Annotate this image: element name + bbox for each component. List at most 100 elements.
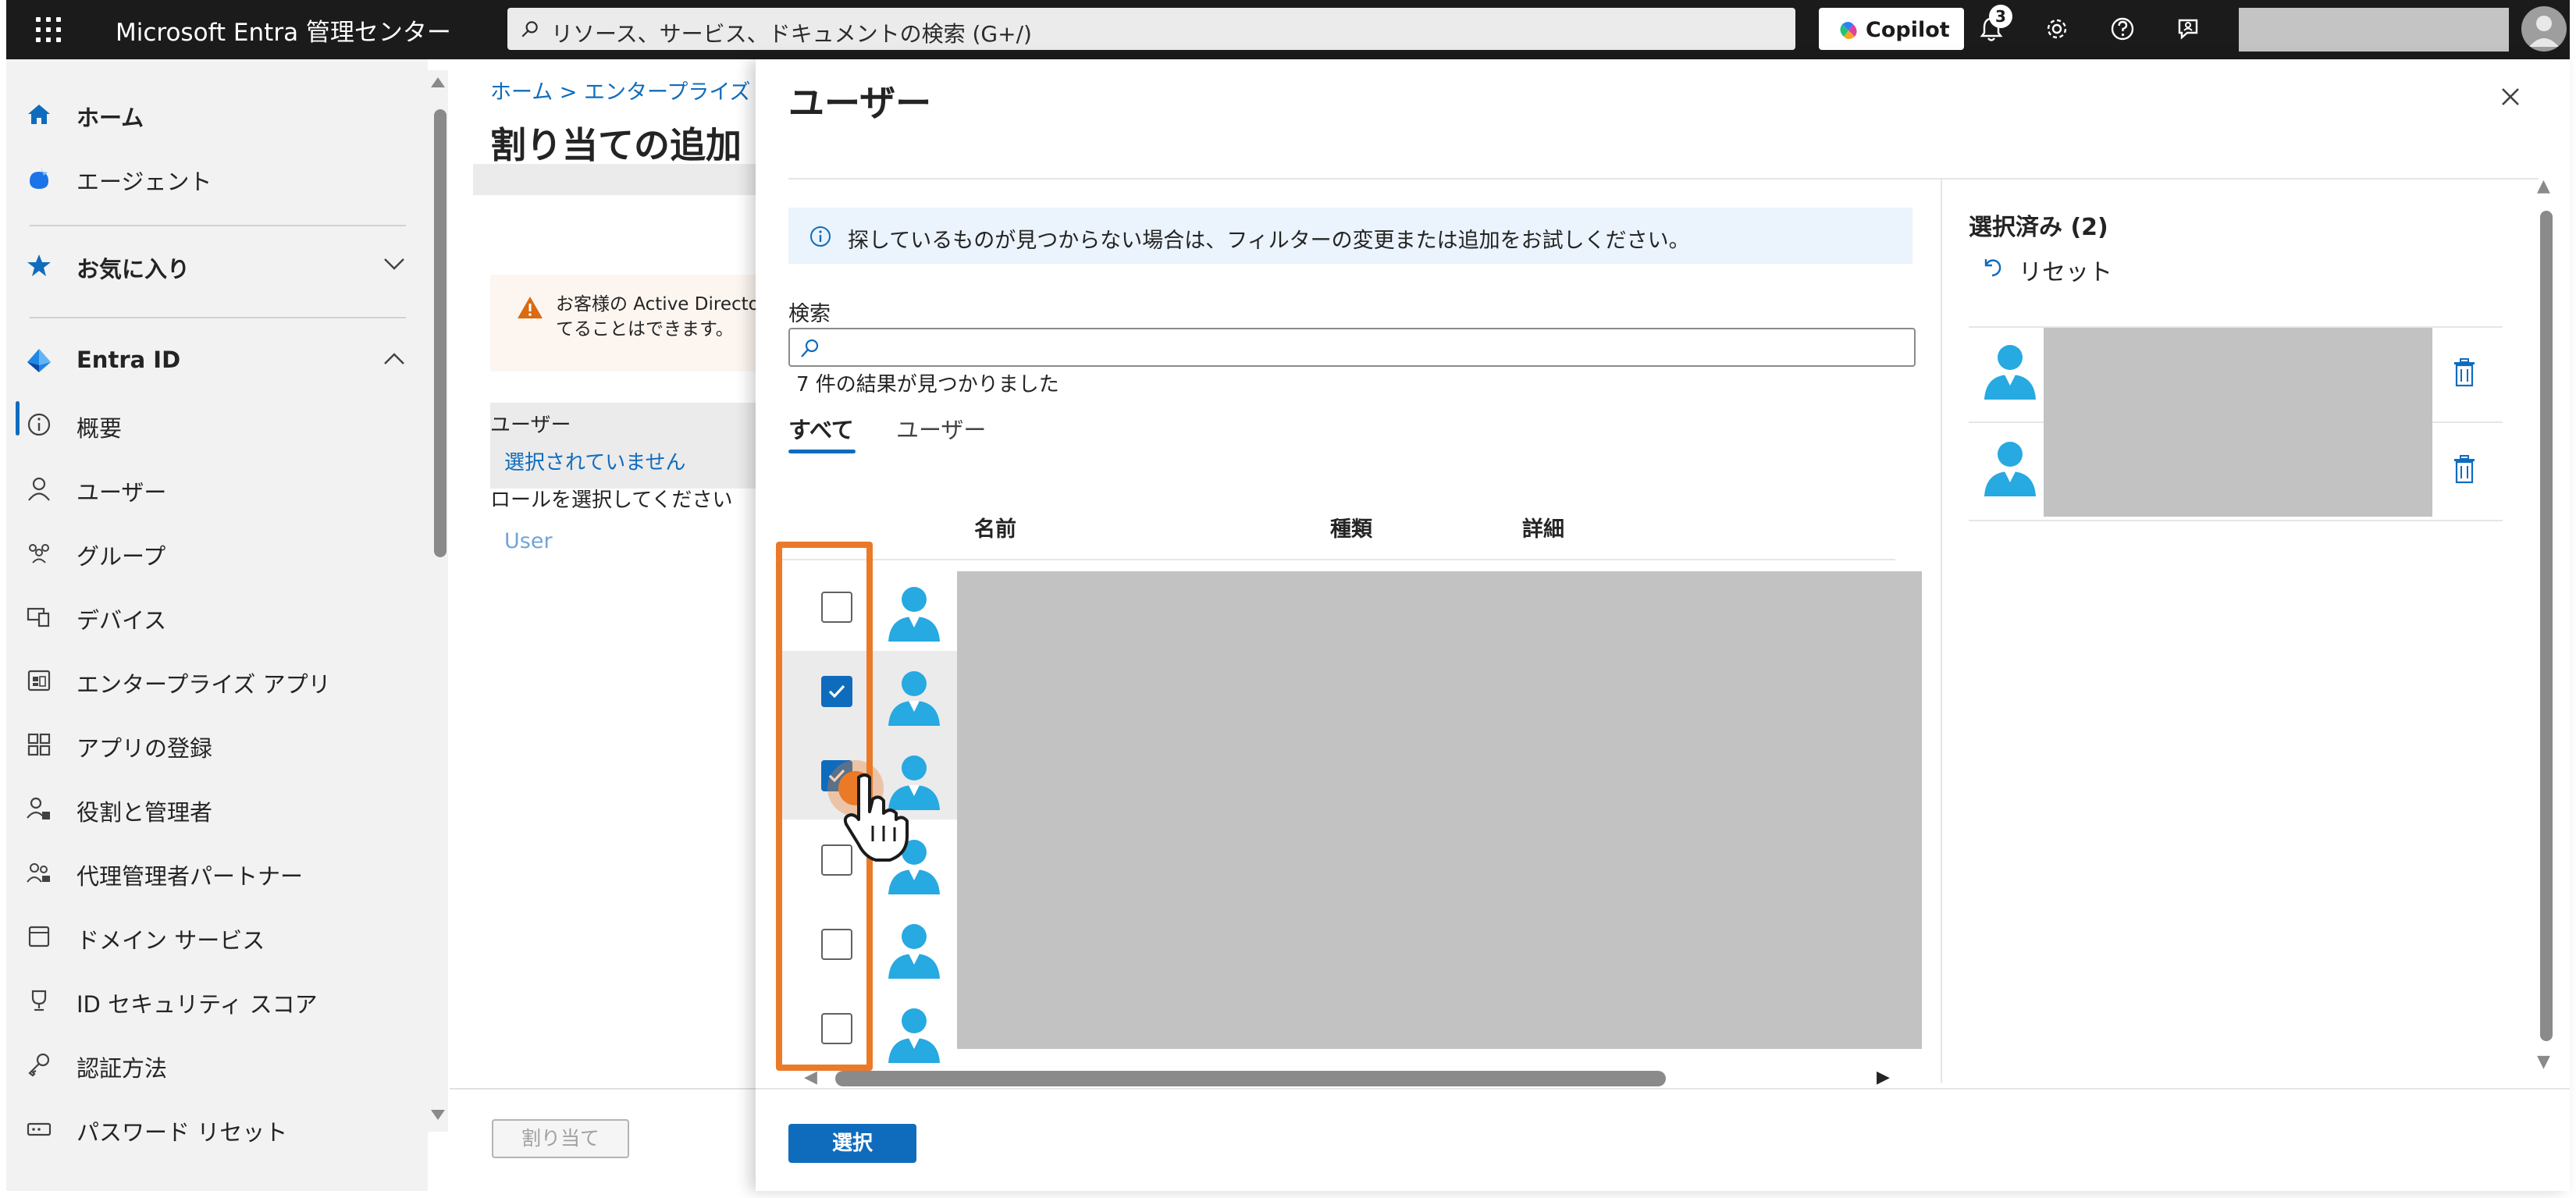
column-header-details[interactable]: 詳細 — [1522, 512, 1564, 542]
result-count: 7 件の結果が見つかりました — [796, 373, 1059, 396]
notification-badge: 3 — [1989, 5, 2012, 28]
scroll-up-icon[interactable] — [429, 75, 447, 89]
sidebar-item-overview[interactable]: 概要 — [6, 400, 412, 446]
user-avatar-icon — [888, 587, 940, 642]
sidebar-item-favorites[interactable]: お気に入り — [6, 240, 412, 287]
assign-button[interactable]: 割り当て — [492, 1119, 629, 1158]
breadcrumb[interactable]: ホーム > エンタープライズ アプ — [490, 75, 799, 105]
panel-split-divider — [1941, 178, 1942, 1083]
sidebar-item-label: ドメイン サービス — [76, 927, 265, 954]
nav-divider — [30, 317, 406, 318]
user-avatar-icon — [888, 924, 940, 979]
sidebar-item-entra-id[interactable]: Entra ID — [6, 336, 412, 382]
sidebar-item-agents[interactable]: エージェント — [6, 153, 412, 200]
trash-icon[interactable] — [2451, 454, 2478, 485]
scroll-down-icon[interactable] — [429, 1108, 447, 1122]
user-avatar-icon — [1984, 442, 2036, 496]
reset-button[interactable]: リセット — [1980, 251, 2136, 286]
sidebar-item-app-registrations[interactable]: アプリの登録 — [6, 720, 412, 766]
tab-all[interactable]: すべて — [788, 412, 854, 445]
user-avatar-icon — [888, 671, 940, 726]
sidebar-item-label: ユーザー — [76, 479, 167, 506]
sidebar-item-label: アプリの登録 — [76, 735, 213, 762]
sidebar-item-home[interactable]: ホーム — [6, 89, 412, 136]
sidebar-item-groups[interactable]: グループ — [6, 528, 412, 574]
sidebar-item-enterprise-apps[interactable]: エンタープライズ アプリ — [6, 656, 412, 702]
sidebar-item-label: 代理管理者パートナー — [76, 863, 304, 890]
selected-users-redacted — [2044, 328, 2432, 517]
user-search-input[interactable] — [788, 328, 1916, 367]
selected-title: 選択済み (2) — [1969, 214, 2108, 241]
users-selection-row[interactable]: ユーザー 選択されていません — [490, 403, 762, 489]
key-icon — [28, 1053, 50, 1077]
warning-icon — [518, 297, 543, 318]
hand-pointer-icon — [843, 773, 909, 862]
app-title[interactable]: Microsoft Entra 管理センター — [116, 12, 451, 48]
chevron-down-icon[interactable] — [382, 256, 406, 272]
info-icon — [27, 413, 51, 436]
trash-icon[interactable] — [2451, 357, 2478, 389]
app-icon — [27, 670, 51, 691]
nav-scroll-thumb[interactable] — [434, 109, 447, 557]
select-button[interactable]: 選択 — [788, 1124, 916, 1163]
active-tab-indicator — [788, 450, 856, 453]
sidebar-item-label: 認証方法 — [76, 1055, 168, 1082]
chevron-up-icon[interactable] — [382, 351, 406, 367]
sidebar-item-auth-methods[interactable]: 認証方法 — [6, 1040, 412, 1086]
panel-title: ユーザー — [788, 82, 932, 124]
table-horizontal-scroll-thumb[interactable] — [835, 1071, 1666, 1086]
column-header-name[interactable]: 名前 — [974, 512, 1016, 542]
sidebar-item-label: デバイス — [76, 607, 167, 634]
role-icon — [27, 797, 50, 819]
copilot-label: Copilot — [1866, 18, 1950, 42]
sidebar-item-users[interactable]: ユーザー — [6, 464, 412, 510]
selected-divider — [1969, 520, 2503, 521]
user-avatar-icon — [1984, 345, 2036, 400]
user-avatar-icon — [888, 1008, 940, 1063]
users-value-link[interactable]: 選択されていません — [504, 446, 685, 475]
role-value-link[interactable]: User — [504, 529, 553, 553]
help-icon[interactable] — [2105, 11, 2140, 47]
copilot-icon — [1840, 22, 1857, 39]
copilot-button[interactable]: Copilot — [1819, 8, 1964, 50]
sidebar-item-delegated-partners[interactable]: 代理管理者パートナー — [6, 848, 412, 894]
sidebar-item-password-reset[interactable]: パスワード リセット — [6, 1104, 412, 1150]
info-icon — [810, 226, 831, 247]
sidebar-item-id-secure-score[interactable]: ID セキュリティ スコア — [6, 976, 412, 1022]
home-icon — [28, 105, 50, 124]
trophy-icon — [31, 990, 47, 1011]
top-bar: Microsoft Entra 管理センター リソース、サービス、ドキュメントの… — [6, 0, 2570, 59]
close-icon[interactable] — [2496, 83, 2524, 111]
sidebar-item-roles[interactable]: 役割と管理者 — [6, 784, 412, 830]
sidebar-item-label: ホーム — [76, 105, 144, 131]
search-placeholder: リソース、サービス、ドキュメントの検索 (G+/) — [551, 21, 1032, 47]
panel-vertical-scroll-thumb[interactable] — [2540, 211, 2553, 1041]
users-label: ユーザー — [490, 414, 571, 437]
star-icon — [27, 254, 51, 276]
feedback-icon[interactable] — [2170, 11, 2206, 47]
column-header-type[interactable]: 種類 — [1330, 512, 1372, 542]
partner-icon — [27, 863, 50, 883]
panel-scroll-up-icon[interactable]: ▲ — [2537, 176, 2550, 196]
table-header-divider — [779, 559, 1895, 560]
grid-icon — [27, 733, 51, 756]
search-icon — [521, 21, 538, 37]
table-scroll-right-icon[interactable]: ▶ — [1877, 1068, 1890, 1087]
sidebar-item-devices[interactable]: デバイス — [6, 592, 412, 638]
account-name-redacted[interactable] — [2239, 8, 2509, 52]
toolbar-band — [473, 164, 762, 195]
tab-users[interactable]: ユーザー — [896, 412, 986, 445]
panel-scroll-down-icon[interactable]: ▼ — [2537, 1052, 2550, 1072]
sidebar-item-domain-services[interactable]: ドメイン サービス — [6, 912, 412, 958]
app-launcher-icon[interactable] — [34, 16, 62, 44]
reset-label: リセット — [2019, 259, 2112, 286]
background-page: ホーム > エンタープライズ アプ 割り当ての追加 お客様の Active Di… — [450, 59, 799, 1191]
sidebar-item-label: エンタープライズ アプリ — [76, 671, 331, 698]
info-message-text: 探しているものが見つからない場合は、フィルターの変更または追加をお試しください。 — [848, 229, 1690, 253]
avatar[interactable] — [2521, 6, 2567, 52]
global-search-input[interactable]: リソース、サービス、ドキュメントの検索 (G+/) — [507, 8, 1795, 50]
device-icon — [27, 607, 50, 627]
nav-divider — [30, 225, 406, 226]
gear-icon[interactable] — [2039, 11, 2075, 47]
left-navigation: ホーム エージェント お気に入り Entra ID 概要 ユーザー グループ デ… — [6, 59, 428, 1191]
